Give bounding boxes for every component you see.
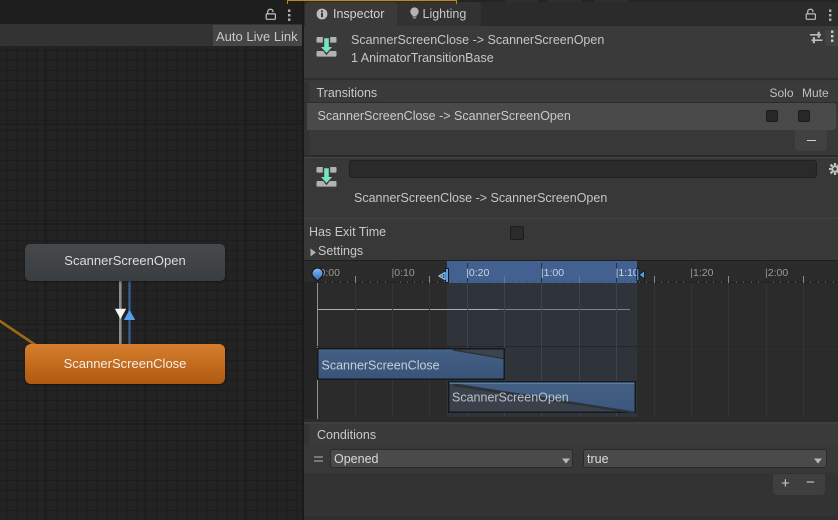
svg-text:ScannerScreenClose: ScannerScreenClose [322, 359, 440, 373]
svg-text:ScannerScreenOpen: ScannerScreenOpen [452, 391, 569, 405]
